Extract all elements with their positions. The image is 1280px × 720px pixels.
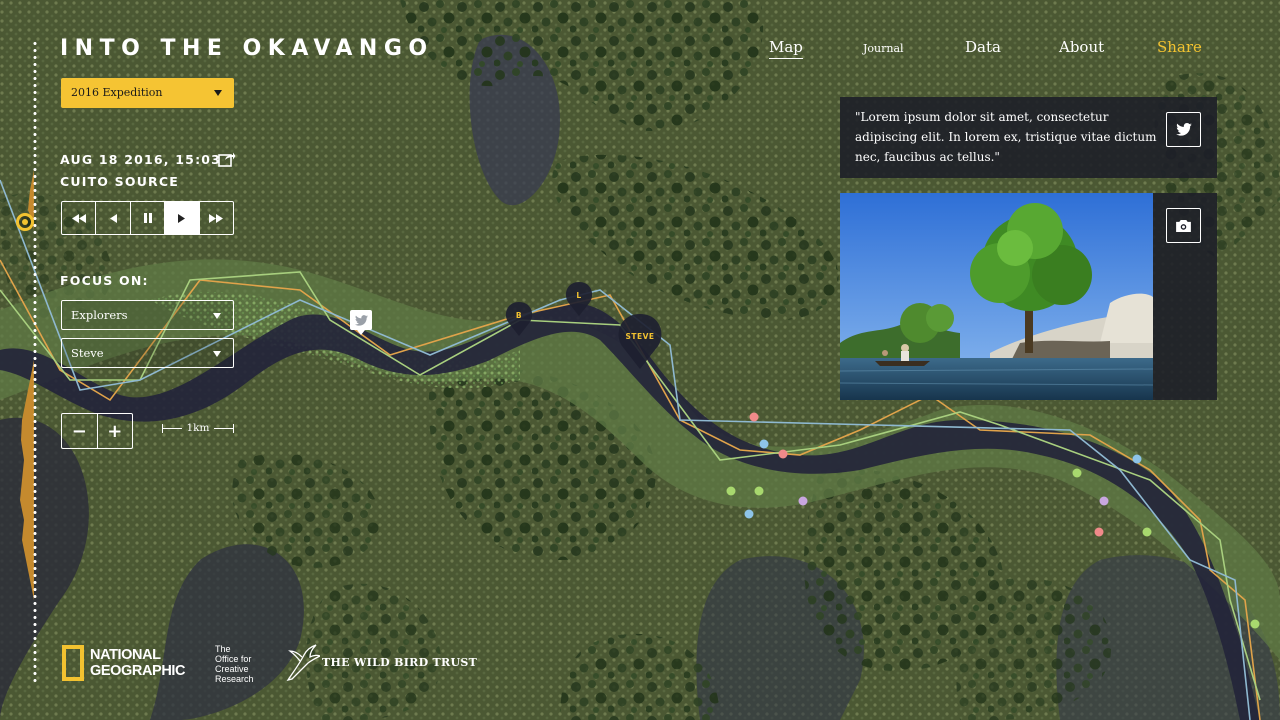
twitter-icon <box>1175 123 1192 136</box>
twitter-icon <box>354 314 368 326</box>
pause-button[interactable] <box>131 202 166 234</box>
office-creative-research-logo[interactable]: The Office for Creative Research <box>215 644 265 684</box>
timeline-track[interactable] <box>33 40 37 685</box>
ocr-line: Creative <box>215 664 249 674</box>
sighting-dot <box>744 509 754 519</box>
focus-member-value: Steve <box>71 346 104 360</box>
nav-about[interactable]: About <box>1059 38 1104 56</box>
sighting-dot <box>778 449 788 459</box>
site-title[interactable]: INTO THE OKAVANGO <box>60 36 434 61</box>
expedition-select-value: 2016 Expedition <box>71 86 163 99</box>
chevron-down-icon <box>213 351 221 357</box>
play-button[interactable] <box>165 202 200 234</box>
focus-group-select[interactable]: Explorers <box>61 300 234 330</box>
current-date: AUG 18 2016, 15:03 <box>60 152 222 167</box>
zoom-in-button[interactable]: + <box>98 414 133 448</box>
timeline-playhead[interactable] <box>16 213 34 231</box>
pin-label: B <box>515 311 523 320</box>
photo-card[interactable] <box>840 193 1217 400</box>
nav-share[interactable]: Share <box>1157 38 1202 56</box>
current-location: CUITO SOURCE <box>60 174 179 189</box>
sighting-dot <box>1132 454 1142 464</box>
tweet-button[interactable] <box>1166 112 1201 147</box>
map-pin-b[interactable]: B <box>505 300 533 337</box>
fast-forward-button[interactable] <box>200 202 233 234</box>
ocr-line: Research <box>215 674 254 684</box>
sighting-dot <box>1094 527 1104 537</box>
pause-icon <box>143 213 152 223</box>
camera-icon <box>1176 219 1191 232</box>
natgeo-line: GEOGRAPHIC <box>90 663 186 679</box>
natgeo-yellow-border-icon <box>62 645 84 681</box>
map-pin-l[interactable]: L <box>565 280 593 317</box>
sighting-dot <box>1099 496 1109 506</box>
sighting-dot <box>798 496 808 506</box>
chevron-down-icon <box>214 90 222 96</box>
nav-data[interactable]: Data <box>965 38 1001 56</box>
photo-button[interactable] <box>1166 208 1201 243</box>
fast-rewind-icon <box>71 213 86 223</box>
step-back-button[interactable] <box>96 202 131 234</box>
ocr-line: Office for <box>215 654 252 664</box>
zoom-controls: − + <box>61 413 133 449</box>
playback-controls <box>61 201 234 235</box>
focus-group-value: Explorers <box>71 308 128 322</box>
chevron-down-icon <box>213 313 221 319</box>
tweet-card[interactable]: "Lorem ipsum dolor sit amet, consectetur… <box>840 97 1217 178</box>
ocr-line: The <box>215 644 231 654</box>
nav-map[interactable]: Map <box>769 38 803 59</box>
pin-label: STEVE <box>625 332 655 341</box>
zoom-out-button[interactable]: − <box>62 414 98 448</box>
fast-forward-icon <box>209 213 224 223</box>
sighting-dot <box>759 439 769 449</box>
step-back-icon <box>109 213 117 223</box>
map-pin-steve[interactable]: STEVE <box>617 312 663 370</box>
nav-journal[interactable]: Journal <box>863 42 904 55</box>
share-icon[interactable] <box>218 151 236 167</box>
tweet-text: "Lorem ipsum dolor sit amet, consectetur… <box>855 110 1157 164</box>
play-icon <box>178 213 186 223</box>
wild-bird-trust-text: THE WILD BIRD TRUST <box>322 655 478 669</box>
sighting-dot <box>1250 619 1260 629</box>
bird-icon <box>286 644 320 681</box>
map-scale: 1km <box>162 422 234 434</box>
wild-bird-trust-logo[interactable]: THE WILD BIRD TRUST <box>286 643 477 681</box>
expedition-select[interactable]: 2016 Expedition <box>61 78 234 108</box>
sighting-dot <box>754 486 764 496</box>
natgeo-line: NATIONAL <box>90 647 161 663</box>
main-nav: Map Journal Data About Share <box>760 38 1220 62</box>
sighting-dot <box>1072 468 1082 478</box>
tweet-map-marker[interactable] <box>350 310 372 335</box>
focus-member-select[interactable]: Steve <box>61 338 234 368</box>
sighting-dot <box>1142 527 1152 537</box>
expedition-photo[interactable] <box>840 193 1153 400</box>
sighting-dot <box>749 412 759 422</box>
pin-label: L <box>576 291 582 300</box>
focus-label: FOCUS ON: <box>60 273 149 288</box>
sighting-dot <box>726 486 736 496</box>
fast-rewind-button[interactable] <box>62 202 97 234</box>
national-geographic-logo[interactable]: NATIONAL GEOGRAPHIC <box>62 645 185 681</box>
